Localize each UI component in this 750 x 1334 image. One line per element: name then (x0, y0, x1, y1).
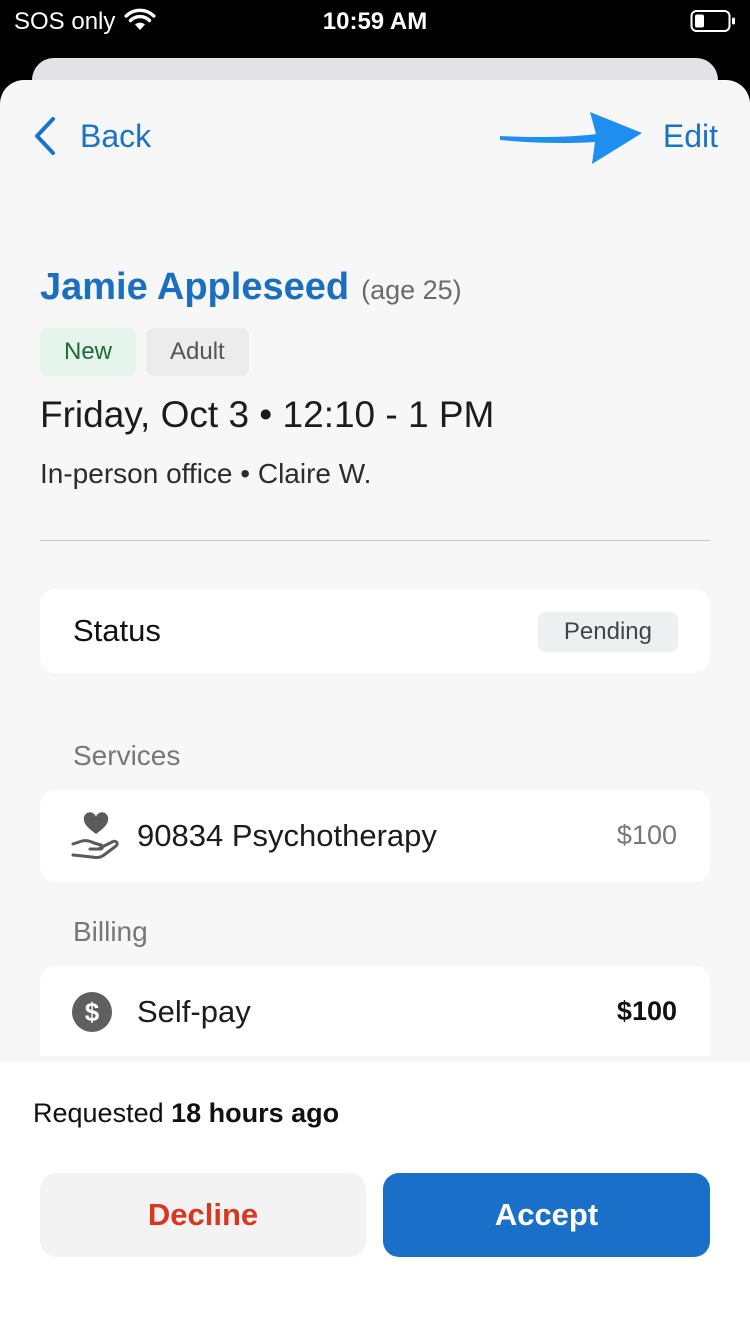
requested-ago: 18 hours ago (171, 1098, 340, 1128)
service-price: $100 (616, 820, 677, 850)
decline-button[interactable]: Decline (40, 1173, 366, 1257)
client-age: (age 25) (361, 275, 462, 305)
service-row[interactable]: 90834 Psychotherapy $100 (40, 790, 710, 882)
status-label: Status (73, 613, 161, 648)
client-tags: New Adult (40, 328, 249, 376)
tag-new: New (40, 328, 137, 376)
dollar-circle-icon: $ (70, 990, 114, 1039)
accept-button[interactable]: Accept (383, 1173, 710, 1257)
client-header: Jamie Appleseed (age 25) (40, 266, 462, 309)
divider (40, 540, 710, 541)
back-button[interactable]: Back (32, 114, 151, 158)
arrow-annotation-icon (500, 112, 642, 164)
status-bar: SOS only 10:59 AM (0, 0, 750, 44)
appointment-request-sheet: Back Edit Jamie Appleseed (age 25) New A… (0, 80, 750, 1334)
edit-button[interactable]: Edit (663, 118, 718, 155)
tag-adult: Adult (146, 328, 249, 376)
billing-heading: Billing (73, 916, 148, 947)
back-label: Back (80, 117, 152, 154)
action-footer: Requested 18 hours ago Decline Accept (0, 1062, 750, 1334)
status-card: Status Pending (40, 589, 710, 673)
hand-heart-icon (70, 812, 122, 867)
service-name: 90834 Psychotherapy (137, 818, 437, 853)
appointment-location: In-person office • Claire W. (40, 458, 372, 489)
battery-icon (690, 9, 736, 40)
status-badge: Pending (537, 612, 678, 652)
billing-amount: $100 (616, 996, 677, 1026)
services-heading: Services (73, 740, 181, 771)
requested-time: Requested 18 hours ago (33, 1098, 339, 1129)
billing-row[interactable]: $ Self-pay $100 (40, 966, 710, 1056)
navigation-bar: Back Edit (0, 80, 750, 190)
clock: 10:59 AM (322, 8, 428, 35)
svg-text:$: $ (85, 997, 100, 1027)
client-name[interactable]: Jamie Appleseed (40, 266, 349, 309)
requested-prefix: Requested (33, 1098, 164, 1128)
appointment-datetime: Friday, Oct 3 • 12:10 - 1 PM (40, 394, 495, 435)
billing-method: Self-pay (137, 994, 251, 1029)
chevron-left-icon (35, 117, 55, 155)
